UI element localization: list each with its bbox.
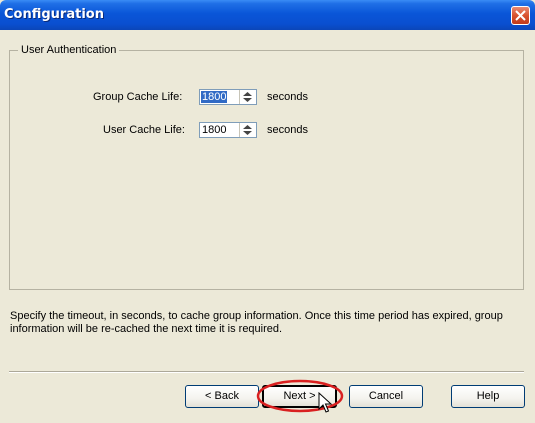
mouse-pointer-icon [318,392,332,413]
help-text: Specify the timeout, in seconds, to cach… [10,310,503,335]
group-cache-life-label: Group Cache Life: [93,91,183,103]
group-cache-life-value: 1800 [201,91,228,103]
spin-down-icon [243,98,252,102]
user-cache-life-spinner[interactable] [239,123,256,137]
group-legend: User Authentication [18,44,120,56]
user-cache-life-input[interactable]: 1800 [199,122,257,138]
group-cache-life-spinner[interactable] [239,90,256,104]
group-cache-life-unit: seconds [267,91,308,103]
button-separator [9,371,524,373]
user-cache-life-label: User Cache Life: [103,124,185,136]
spin-up-icon [243,125,252,129]
close-icon [515,10,526,21]
user-authentication-group [9,50,524,290]
group-cache-life-input[interactable]: 1800 [199,89,257,105]
user-cache-life-value: 1800 [202,124,227,136]
back-button[interactable]: < Back [185,385,259,408]
user-cache-life-unit: seconds [267,124,308,136]
close-button[interactable] [511,6,530,25]
spin-up-icon [243,92,252,96]
spin-down-icon [243,131,252,135]
help-button[interactable]: Help [451,385,525,408]
title-bar: Configuration [0,0,535,30]
window-title: Configuration [4,7,104,22]
highlight-ellipse [256,379,344,413]
cancel-button[interactable]: Cancel [349,385,423,408]
